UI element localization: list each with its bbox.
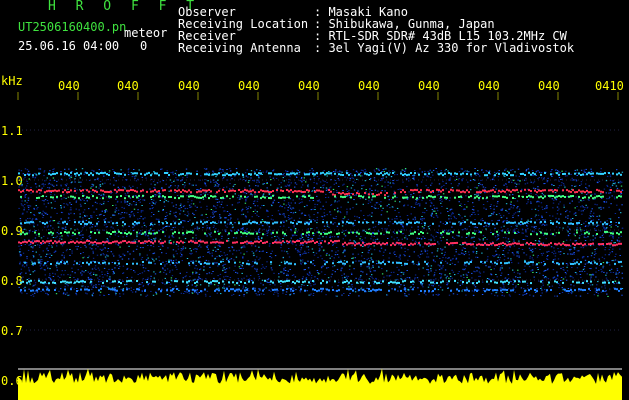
spectrogram xyxy=(17,92,624,400)
noise-floor xyxy=(18,368,622,400)
signal-band xyxy=(18,168,624,297)
